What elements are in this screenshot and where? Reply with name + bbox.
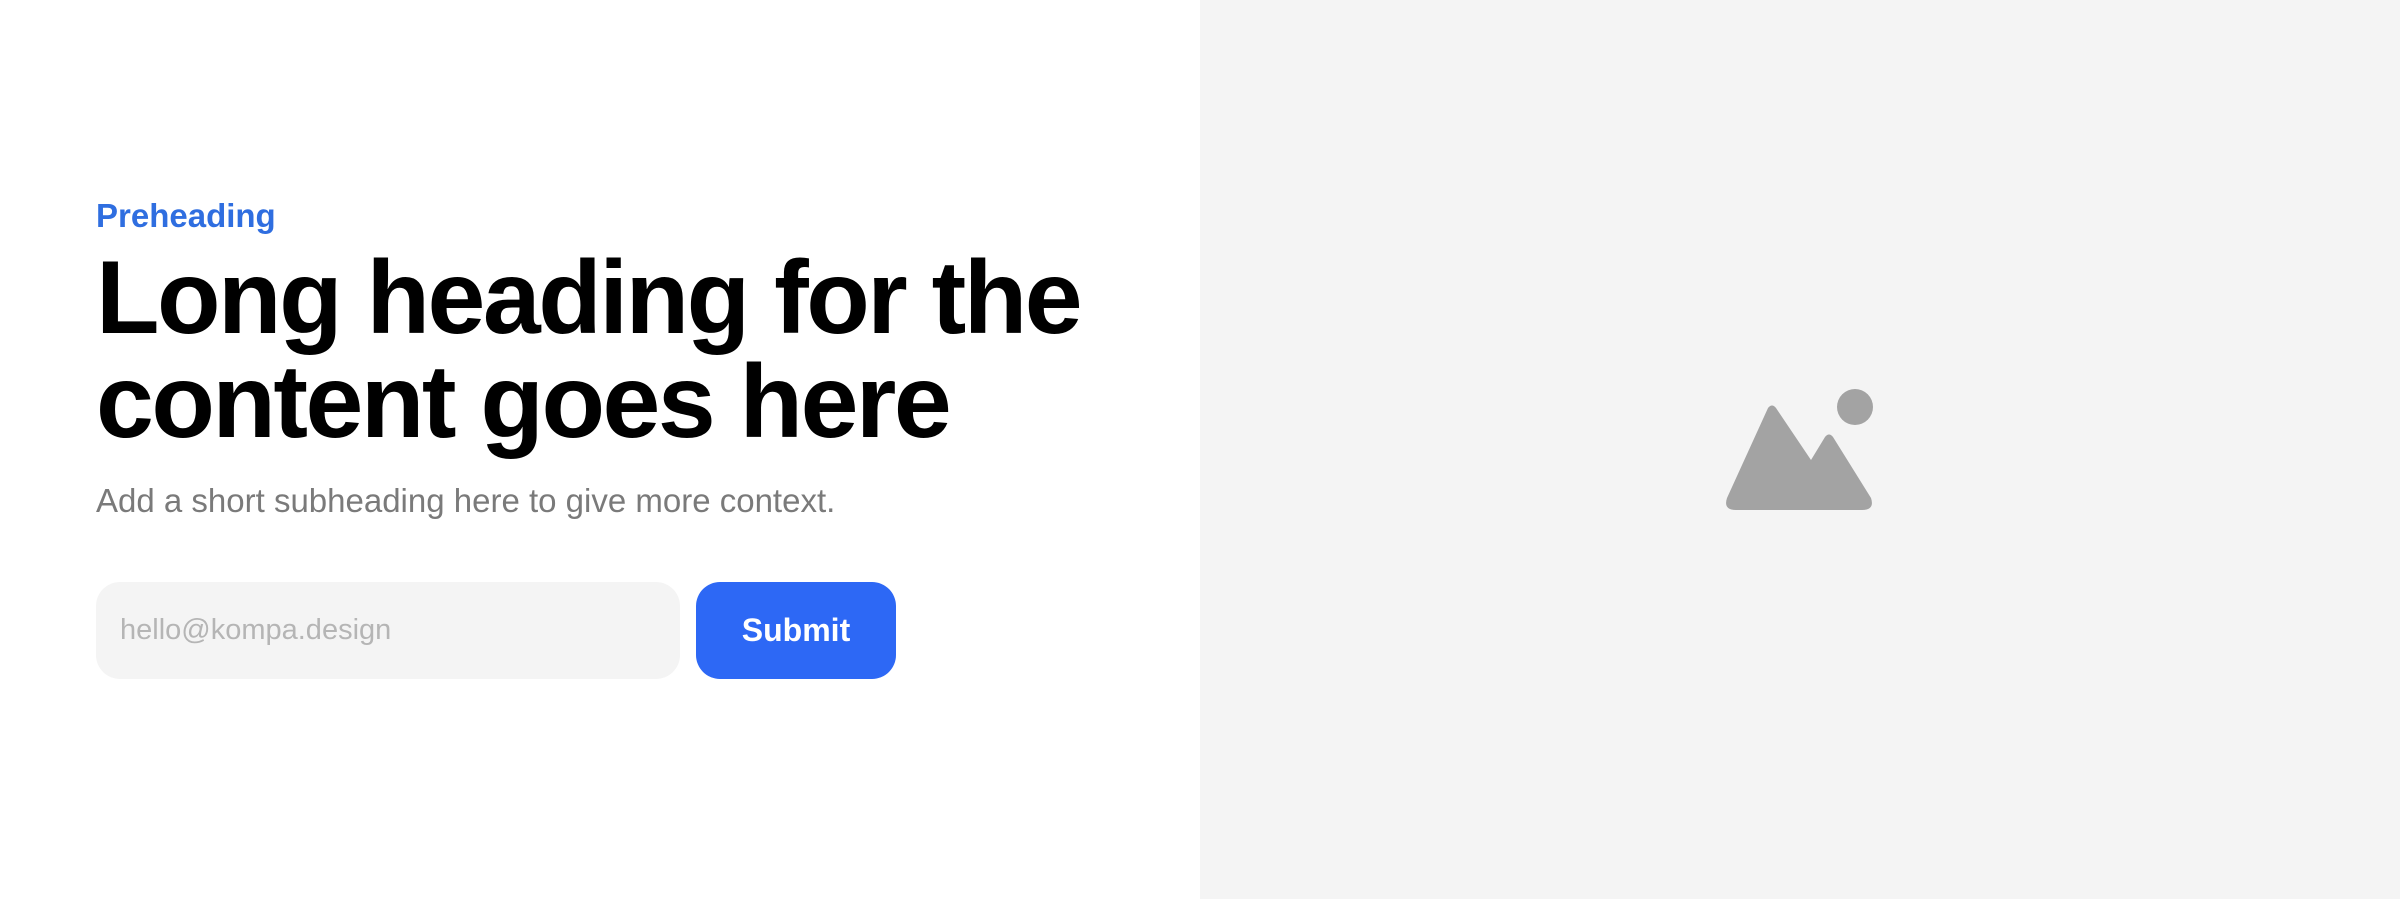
email-field[interactable]: [96, 582, 680, 679]
page-title: Long heading for the content goes here: [96, 246, 1096, 454]
email-signup-form: Submit: [96, 582, 1096, 679]
image-placeholder-icon: [1726, 389, 1873, 510]
page-title-line-2: content goes here: [96, 344, 952, 460]
submit-button[interactable]: Submit: [696, 582, 896, 679]
subheading: Add a short subheading here to give more…: [96, 482, 836, 519]
page-title-line-1: Long heading for the: [96, 240, 1083, 356]
hero-text-panel: Preheading Long heading for the content …: [0, 0, 1200, 899]
preheading: Preheading: [96, 197, 276, 234]
hero-content: Preheading Long heading for the content …: [96, 190, 1096, 679]
hero-section: Preheading Long heading for the content …: [0, 0, 2400, 899]
